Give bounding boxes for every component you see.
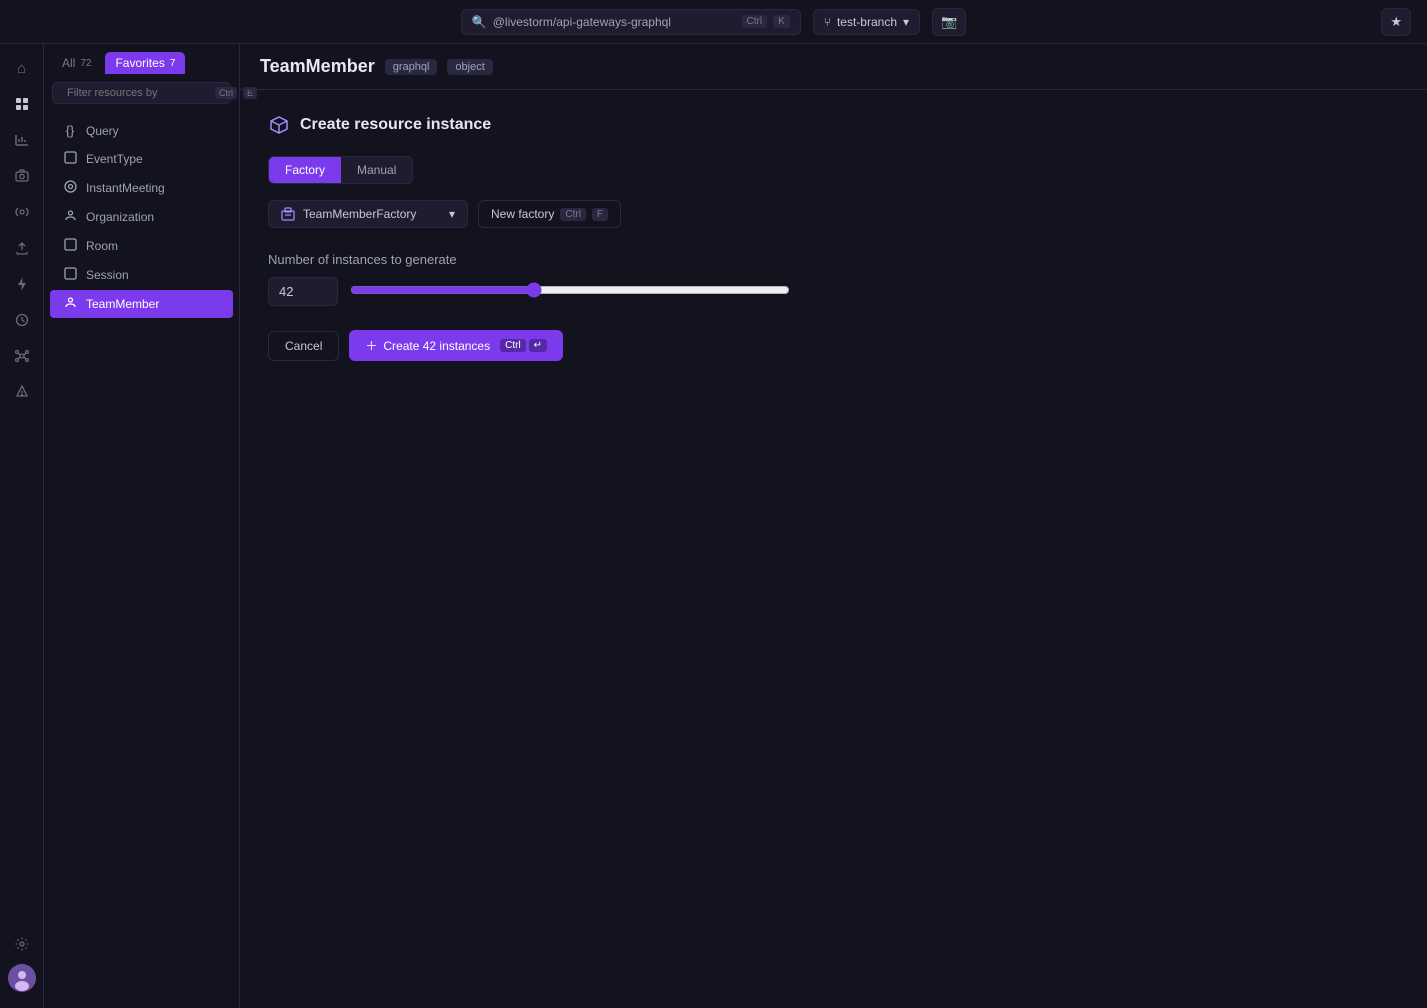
search-icon: 🔍	[472, 15, 487, 29]
resource-label-instantmeeting: InstantMeeting	[86, 181, 165, 195]
instances-slider[interactable]	[350, 282, 790, 298]
cancel-button[interactable]: Cancel	[268, 331, 339, 361]
factory-row: TeamMemberFactory ▾ New factory Ctrl F	[268, 200, 1399, 228]
instantmeeting-icon	[62, 180, 78, 196]
nav-graph[interactable]	[6, 340, 38, 372]
organization-icon	[62, 209, 78, 225]
teammember-icon	[62, 296, 78, 312]
sidebar-search-bar[interactable]: Ctrl E	[52, 82, 231, 104]
factory-select-left: TeamMemberFactory	[281, 207, 416, 221]
page-title: TeamMember	[260, 56, 375, 77]
tab-all[interactable]: All 72	[52, 52, 101, 74]
branch-selector[interactable]: ⑂ test-branch ▾	[813, 9, 920, 35]
resource-label-eventtype: EventType	[86, 152, 143, 166]
create-instances-label: Create 42 instances	[383, 339, 490, 353]
create-instance-icon	[268, 114, 290, 136]
slider-container	[350, 282, 790, 301]
chevron-down-icon: ▾	[903, 15, 909, 29]
create-kbd-enter: ↵	[529, 339, 547, 352]
resource-item-room[interactable]: Room	[50, 232, 233, 260]
factory-select-value: TeamMemberFactory	[303, 207, 416, 221]
new-factory-kbd-ctrl: Ctrl	[560, 208, 586, 221]
resource-item-organization[interactable]: Organization	[50, 203, 233, 231]
factory-select-icon	[281, 207, 295, 221]
nav-alerts[interactable]	[6, 376, 38, 408]
main-content: TeamMember graphql object Create resourc…	[240, 44, 1427, 1008]
nav-home[interactable]: ⌂	[6, 52, 38, 84]
resource-label-teammember: TeamMember	[86, 297, 159, 311]
content-header: TeamMember graphql object	[240, 44, 1427, 90]
resource-item-teammember[interactable]: TeamMember	[50, 290, 233, 318]
icon-sidebar: ⌂	[0, 44, 44, 1008]
resource-label-query: Query	[86, 124, 119, 138]
nav-layers[interactable]	[6, 88, 38, 120]
section-title: Create resource instance	[268, 114, 1399, 136]
main-layout: ⌂	[0, 44, 1427, 1008]
tab-all-label: All	[62, 56, 75, 70]
create-kbd-ctrl: Ctrl	[500, 339, 526, 352]
search-kbd-k: K	[773, 15, 790, 28]
resource-label-organization: Organization	[86, 210, 154, 224]
tab-favorites[interactable]: Favorites 7	[105, 52, 185, 74]
star-icon: ★	[1390, 14, 1402, 29]
factory-select-dropdown[interactable]: TeamMemberFactory ▾	[268, 200, 468, 228]
manual-tab[interactable]: Manual	[341, 157, 412, 183]
sidebar-search-kbd-ctrl: Ctrl	[215, 87, 237, 99]
eventtype-icon	[62, 151, 78, 167]
resource-sidebar: All 72 Favorites 7 Ctrl E {} Query	[44, 44, 240, 1008]
nav-snapshot[interactable]	[6, 160, 38, 192]
resource-label-session: Session	[86, 268, 129, 282]
icon-sidebar-bottom	[6, 892, 38, 1000]
instances-row	[268, 277, 1399, 306]
resource-list: {} Query EventType InstantMeeting Organ	[44, 112, 239, 1008]
nav-broadcast[interactable]	[6, 196, 38, 228]
action-row: Cancel ＋ Create 42 instances Ctrl ↵	[268, 330, 1399, 361]
resource-label-room: Room	[86, 239, 118, 253]
git-branch-icon: ⑂	[824, 15, 831, 29]
new-factory-label: New factory	[491, 207, 554, 221]
resource-item-session[interactable]: Session	[50, 261, 233, 289]
content-body: Create resource instance Factory Manual …	[240, 90, 1427, 1008]
room-icon	[62, 238, 78, 254]
tag-graphql: graphql	[385, 59, 438, 75]
create-instances-button[interactable]: ＋ Create 42 instances Ctrl ↵	[349, 330, 563, 361]
star-button[interactable]: ★	[1381, 8, 1411, 36]
factory-manual-toggle: Factory Manual	[268, 156, 413, 184]
tag-object: object	[447, 59, 492, 75]
nav-chart[interactable]	[6, 124, 38, 156]
query-icon: {}	[62, 123, 78, 138]
branch-name: test-branch	[837, 15, 897, 29]
search-kbd-ctrl: Ctrl	[742, 15, 768, 28]
new-factory-kbd-f: F	[592, 208, 608, 221]
nav-lightning[interactable]	[6, 268, 38, 300]
camera-button[interactable]: 📷	[932, 8, 966, 36]
sidebar-search-input[interactable]	[67, 87, 209, 99]
resource-item-eventtype[interactable]: EventType	[50, 145, 233, 173]
new-factory-button[interactable]: New factory Ctrl F	[478, 200, 621, 228]
tab-favorites-label: Favorites	[115, 56, 164, 70]
instances-input[interactable]	[268, 277, 338, 306]
nav-history[interactable]	[6, 304, 38, 336]
search-bar[interactable]: 🔍 Ctrl K	[461, 9, 801, 35]
nav-dark-mode[interactable]	[6, 892, 38, 924]
search-input[interactable]	[493, 15, 736, 29]
resource-item-query[interactable]: {} Query	[50, 117, 233, 144]
topbar: 🔍 Ctrl K ⑂ test-branch ▾ 📷 ★	[0, 0, 1427, 44]
camera-icon: 📷	[941, 14, 957, 30]
nav-upload[interactable]	[6, 232, 38, 264]
factory-tab[interactable]: Factory	[269, 157, 341, 183]
create-plus-icon: ＋	[365, 337, 377, 354]
section-title-text: Create resource instance	[300, 116, 491, 134]
sidebar-tab-group: All 72 Favorites 7	[44, 44, 239, 74]
session-icon	[62, 267, 78, 283]
tab-all-count: 72	[80, 58, 91, 69]
factory-select-chevron: ▾	[449, 207, 455, 221]
nav-settings[interactable]	[6, 928, 38, 960]
instances-label: Number of instances to generate	[268, 252, 1399, 267]
avatar[interactable]	[8, 964, 36, 992]
tab-favorites-count: 7	[170, 58, 176, 69]
create-kbd-group: Ctrl ↵	[500, 339, 547, 352]
resource-item-instantmeeting[interactable]: InstantMeeting	[50, 174, 233, 202]
